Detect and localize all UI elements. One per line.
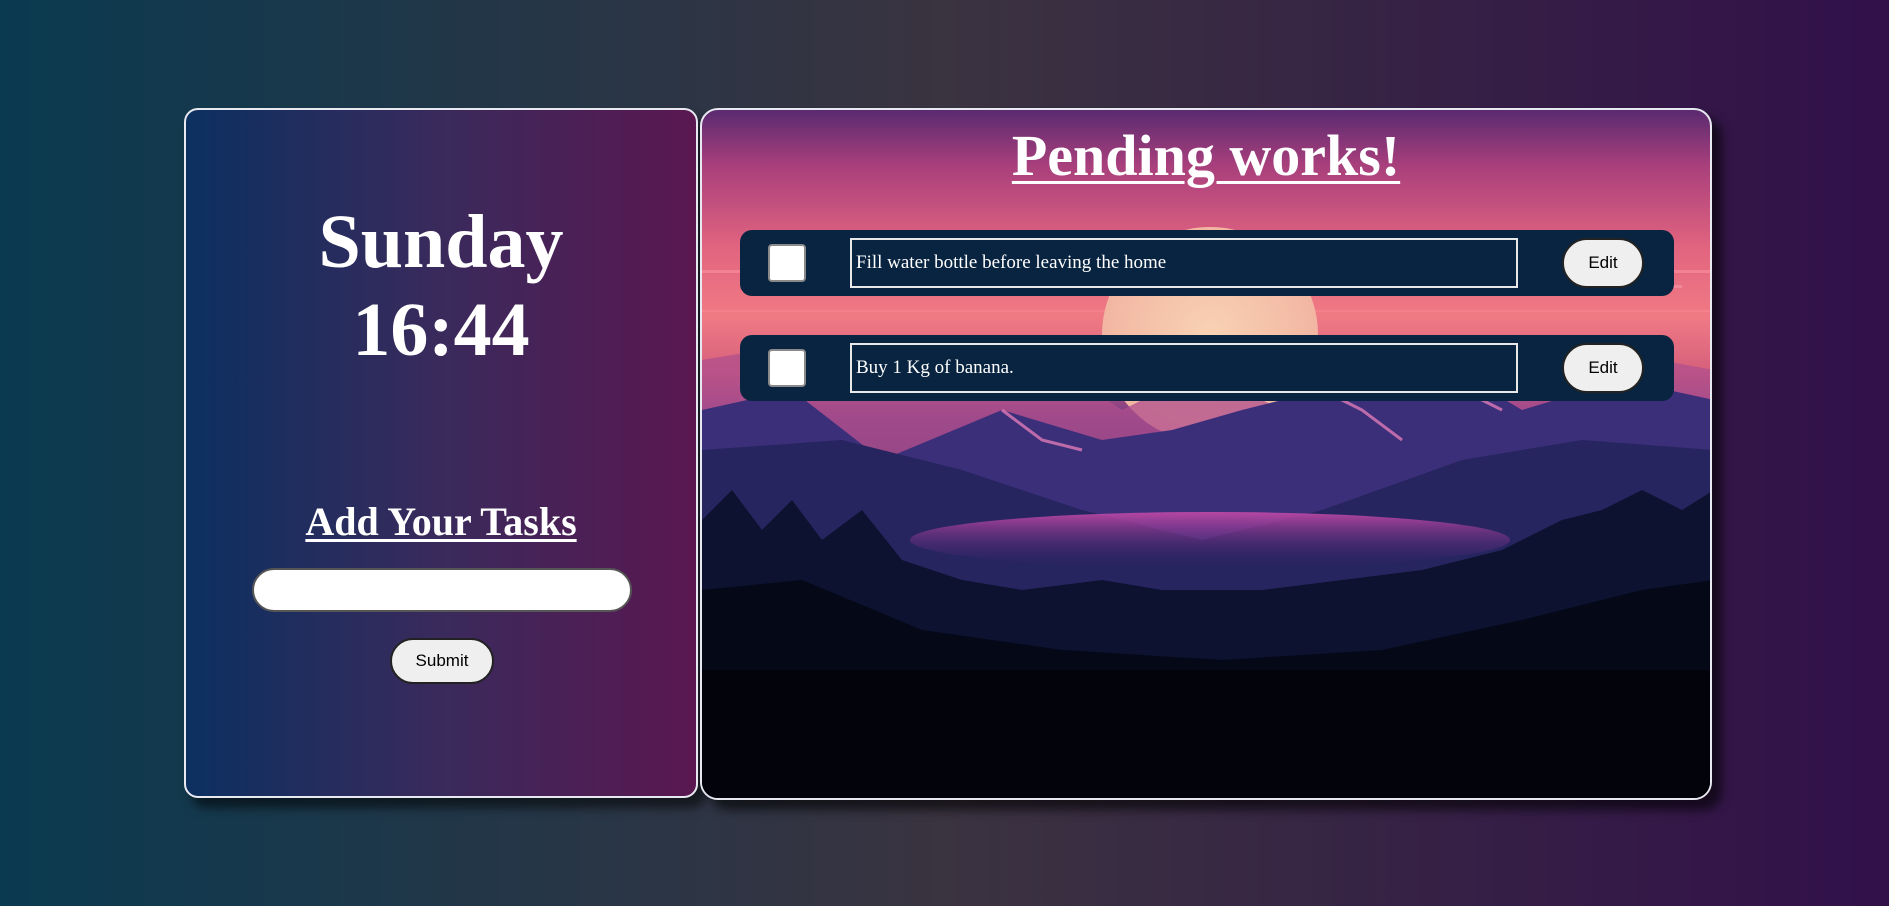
edit-button[interactable]: Edit — [1562, 238, 1644, 288]
task-text-field[interactable]: Fill water bottle before leaving the hom… — [850, 238, 1518, 288]
task-text-field[interactable]: Buy 1 Kg of banana. — [850, 343, 1518, 393]
mountain-sunset-background — [702, 227, 1710, 798]
clock-and-add-panel: Sunday 16:44 Add Your Tasks Submit — [184, 108, 698, 798]
pending-works-panel: Pending works! Fill water bottle before … — [700, 108, 1712, 800]
task-checkbox[interactable] — [768, 244, 806, 282]
time-label: 16:44 — [352, 288, 530, 372]
task-row: Buy 1 Kg of banana. Edit — [740, 335, 1674, 401]
app-container: Sunday 16:44 Add Your Tasks Submit Pendi… — [184, 108, 1712, 800]
edit-button[interactable]: Edit — [1562, 343, 1644, 393]
task-row: Fill water bottle before leaving the hom… — [740, 230, 1674, 296]
add-tasks-heading: Add Your Tasks — [305, 499, 577, 544]
pending-works-heading: Pending works! — [1011, 123, 1401, 188]
day-label: Sunday — [318, 200, 564, 284]
task-input[interactable] — [252, 568, 632, 612]
task-checkbox[interactable] — [768, 349, 806, 387]
submit-button[interactable]: Submit — [390, 638, 494, 684]
